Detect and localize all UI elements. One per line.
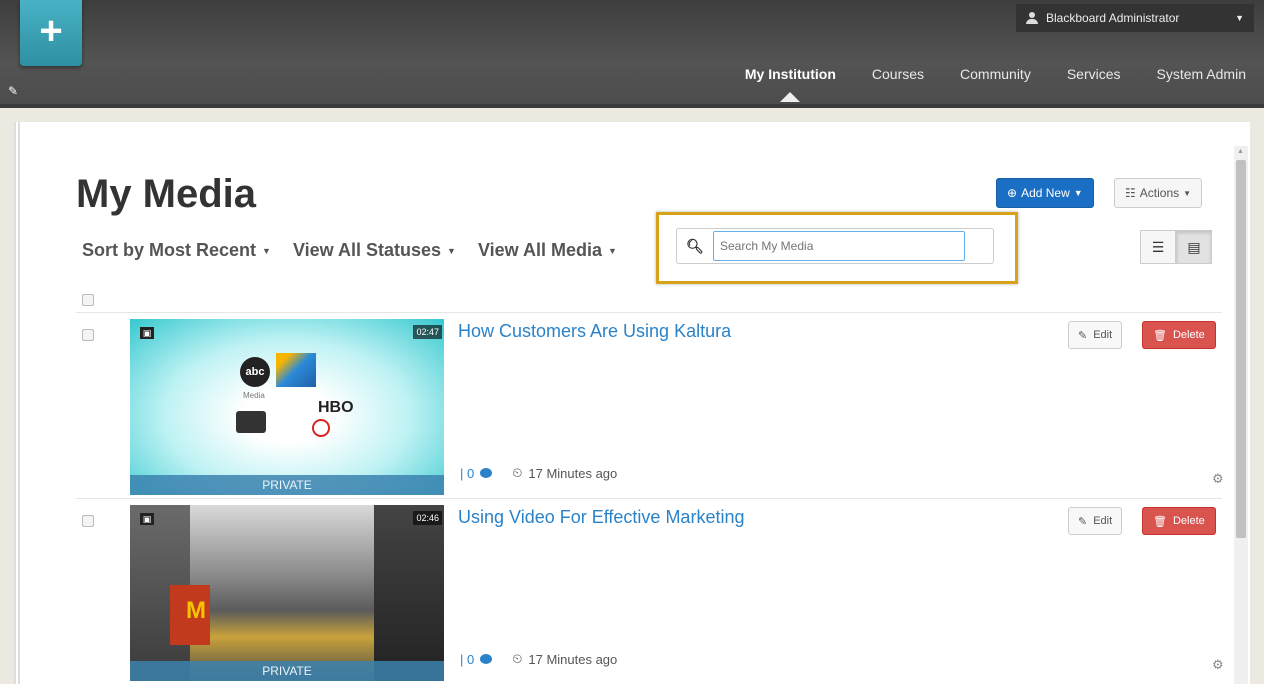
delete-button[interactable]: 🗑︎ Delete	[1142, 321, 1216, 349]
video-type-icon: ▣	[140, 327, 154, 339]
clock-icon: ⏲	[512, 651, 523, 666]
trash-icon: 🗑︎	[1153, 515, 1167, 528]
delete-button[interactable]: 🗑︎ Delete	[1142, 507, 1216, 535]
media-meta: | 0 ⏲ 17 Minutes ago	[460, 465, 617, 481]
detailed-view-icon[interactable]: ▤	[1176, 230, 1212, 264]
edit-button[interactable]: ✎ Edit	[1068, 321, 1123, 349]
delete-label: Delete	[1172, 515, 1205, 527]
edit-button[interactable]: ✎ Edit	[1068, 507, 1123, 535]
media-meta: | 0 ⏲ 17 Minutes ago	[460, 651, 617, 667]
media-row: M ▣ 02:46 PRIVATE Using Video For Effect…	[76, 498, 1224, 684]
status-dropdown[interactable]: View All Statuses ▼	[293, 240, 456, 261]
search-input[interactable]	[713, 231, 965, 261]
status-label: View All Statuses	[292, 240, 442, 260]
media-row: ▣ 02:47 abc Media HBO PRIVATE How Custom…	[76, 312, 1224, 498]
plus-circle-icon: ⊕	[1007, 186, 1018, 200]
caret-down-icon: ▼	[262, 245, 271, 256]
my-media-panel: My Media ⊕ Add New ▼ ☷ Actions ▼ Sort by…	[14, 122, 1250, 684]
user-icon	[1026, 12, 1038, 24]
user-name: Blackboard Administrator	[1046, 11, 1180, 25]
tab-community[interactable]: Community	[942, 66, 1049, 82]
edit-mode-pencil-icon[interactable]: ✎	[8, 84, 18, 98]
vertical-scrollbar[interactable]: ▲	[1234, 146, 1248, 684]
clock-icon: ⏲	[512, 465, 523, 480]
media-thumbnail[interactable]: M ▣ 02:46 PRIVATE	[130, 505, 444, 681]
sort-label: Sort by Most Recent	[82, 240, 257, 260]
main-nav: My Institution Courses Community Service…	[727, 66, 1264, 102]
plus-icon: +	[39, 9, 63, 53]
edit-label: Edit	[1093, 515, 1113, 527]
red-circle-logo	[312, 419, 330, 437]
media-title-link[interactable]: How Customers Are Using Kaltura	[458, 321, 731, 342]
content-frame: My Media ⊕ Add New ▼ ☷ Actions ▼ Sort by…	[0, 108, 1264, 684]
updated-time: 17 Minutes ago	[528, 465, 618, 481]
gear-icon[interactable]: ⚙	[1212, 471, 1224, 487]
search-box: 🔍︎	[676, 228, 994, 264]
caret-down-icon: ▼	[447, 245, 456, 256]
media-logo-text: Media	[243, 391, 265, 400]
caret-down-icon: ▼	[1183, 188, 1192, 198]
chevron-down-icon: ▼	[1235, 13, 1244, 23]
hbo-logo: HBO	[318, 399, 354, 416]
actions-label: Actions	[1139, 186, 1180, 200]
updated-time: 17 Minutes ago	[528, 651, 618, 667]
media-type-label: View All Media	[477, 240, 602, 260]
tab-my-institution[interactable]: My Institution	[727, 66, 854, 102]
add-new-label: Add New	[1021, 186, 1070, 200]
quick-links-plus-button[interactable]: +	[20, 0, 82, 66]
video-type-icon: ▣	[140, 513, 154, 525]
tab-services[interactable]: Services	[1049, 66, 1139, 82]
comment-count: | 0	[460, 651, 475, 667]
scroll-up-icon[interactable]: ▲	[1237, 148, 1244, 155]
duration-badge: 02:47	[413, 325, 442, 339]
status-badge: PRIVATE	[130, 661, 444, 681]
media-type-dropdown[interactable]: View All Media ▼	[478, 240, 617, 261]
status-badge: PRIVATE	[130, 475, 444, 495]
media-thumbnail[interactable]: ▣ 02:47 abc Media HBO PRIVATE	[130, 319, 444, 495]
building-right	[374, 505, 444, 681]
network-logo	[276, 353, 316, 387]
pencil-icon: ✎	[1078, 329, 1088, 342]
row-checkbox[interactable]	[82, 329, 94, 341]
actions-button[interactable]: ☷ Actions ▼	[1114, 178, 1203, 208]
brand-logo	[236, 411, 266, 433]
pencil-icon: ✎	[1078, 515, 1088, 528]
edit-label: Edit	[1093, 329, 1113, 341]
delete-label: Delete	[1172, 329, 1205, 341]
caret-down-icon: ▼	[607, 245, 617, 256]
sort-dropdown[interactable]: Sort by Most Recent ▼	[82, 240, 271, 261]
tab-system-admin[interactable]: System Admin	[1139, 66, 1264, 82]
chevron-down-icon: ▼	[1073, 188, 1083, 198]
scrollbar-thumb[interactable]	[1236, 160, 1246, 538]
top-bar: + ✎ Blackboard Administrator ▼ My Instit…	[0, 0, 1264, 108]
filter-bar: Sort by Most Recent ▼ View All Statuses ▼ …	[82, 240, 617, 261]
search-icon[interactable]: 🔍︎	[677, 238, 713, 255]
user-menu[interactable]: Blackboard Administrator ▼	[1016, 4, 1254, 32]
row-checkbox[interactable]	[82, 515, 94, 527]
duration-badge: 02:46	[413, 511, 442, 525]
gear-icon[interactable]: ⚙	[1212, 657, 1224, 673]
page-title: My Media	[76, 172, 257, 216]
comment-count: | 0	[460, 465, 475, 481]
mcdonalds-logo: M	[186, 597, 206, 624]
select-all-checkbox[interactable]	[82, 294, 94, 306]
trash-icon: 🗑︎	[1153, 329, 1167, 342]
actions-icon: ☷	[1125, 186, 1136, 200]
list-view-icon[interactable]: ☰	[1140, 230, 1176, 264]
add-new-button[interactable]: ⊕ Add New ▼	[996, 178, 1094, 208]
media-title-link[interactable]: Using Video For Effective Marketing	[458, 507, 744, 528]
abc-logo: abc	[240, 357, 270, 387]
comment-icon	[480, 654, 493, 664]
view-toggle: ☰ ▤	[1140, 230, 1212, 264]
tab-courses[interactable]: Courses	[854, 66, 942, 82]
comment-icon	[480, 468, 493, 478]
